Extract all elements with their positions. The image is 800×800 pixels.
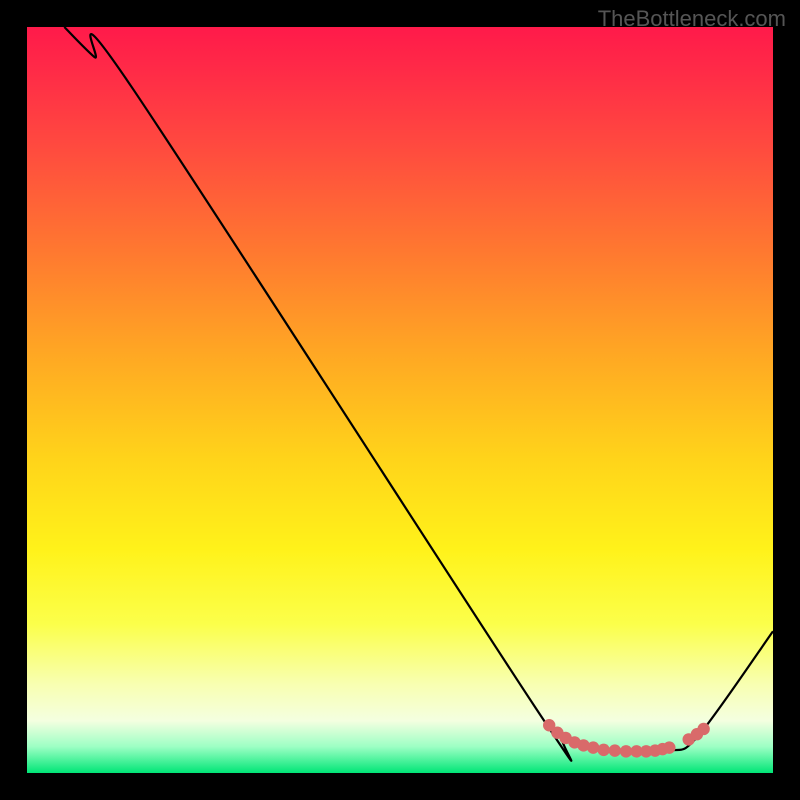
data-marker: [663, 741, 675, 753]
data-marker: [597, 744, 609, 756]
chart-plot-area: [27, 27, 773, 773]
watermark-text: TheBottleneck.com: [598, 6, 786, 32]
chart-overlay: [27, 27, 773, 773]
data-marker: [587, 741, 599, 753]
data-marker: [697, 723, 709, 735]
data-curve: [64, 27, 773, 761]
data-marker: [609, 744, 621, 756]
